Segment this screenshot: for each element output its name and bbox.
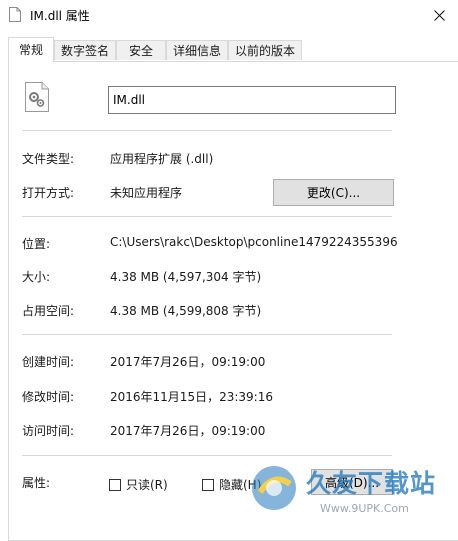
tab-security[interactable]: 安全 (116, 40, 166, 60)
location-label: 位置: (22, 237, 51, 251)
location-value: C:\Users\rakc\Desktop\pconline1479224355… (110, 235, 398, 249)
readonly-checkbox[interactable]: 只读(R) (109, 476, 168, 493)
separator (22, 455, 392, 456)
tab-previous-versions[interactable]: 以前的版本 (228, 40, 302, 60)
file-icon (9, 7, 21, 22)
advanced-button[interactable]: 高级(D)... (311, 469, 393, 495)
separator (22, 130, 392, 131)
size-on-disk-value: 4.38 MB (4,599,808 字节) (110, 304, 262, 318)
window-title: IM.dll 属性 (30, 9, 90, 23)
file-type-value: 应用程序扩展 (.dll) (110, 152, 214, 166)
hidden-checkbox-box[interactable] (202, 478, 214, 491)
readonly-checkbox-label: 只读(R) (126, 478, 168, 492)
hidden-checkbox[interactable]: 隐藏(H) (202, 476, 261, 493)
close-icon (433, 9, 445, 21)
readonly-checkbox-box[interactable] (109, 478, 121, 491)
tab-bar: 常规 数字签名 安全 详细信息 以前的版本 (8, 37, 458, 62)
attributes-label: 属性: (22, 476, 51, 490)
separator (22, 216, 392, 217)
hidden-checkbox-label: 隐藏(H) (219, 478, 262, 492)
dll-file-icon (25, 82, 49, 112)
modified-label: 修改时间: (22, 390, 75, 404)
tab-details[interactable]: 详细信息 (166, 40, 228, 60)
accessed-value: 2017年7月26日，09:19:00 (110, 424, 266, 438)
file-type-label: 文件类型: (22, 152, 75, 166)
title-bar: IM.dll 属性 (0, 0, 458, 30)
change-button[interactable]: 更改(C)... (273, 179, 394, 206)
size-value: 4.38 MB (4,597,304 字节) (110, 270, 262, 284)
created-label: 创建时间: (22, 355, 75, 369)
size-label: 大小: (22, 270, 51, 284)
accessed-label: 访问时间: (22, 424, 75, 438)
size-on-disk-label: 占用空间: (22, 304, 75, 318)
tab-general[interactable]: 常规 (8, 37, 54, 62)
tab-digital-signatures[interactable]: 数字签名 (54, 40, 116, 60)
opens-with-label: 打开方式: (22, 186, 75, 200)
created-value: 2017年7月26日，09:19:00 (110, 355, 266, 369)
modified-value: 2016年11月15日，23:39:16 (110, 390, 273, 404)
separator (22, 334, 392, 335)
file-name-input[interactable] (108, 86, 396, 114)
close-button[interactable] (420, 0, 458, 30)
opens-with-value: 未知应用程序 (110, 186, 183, 200)
